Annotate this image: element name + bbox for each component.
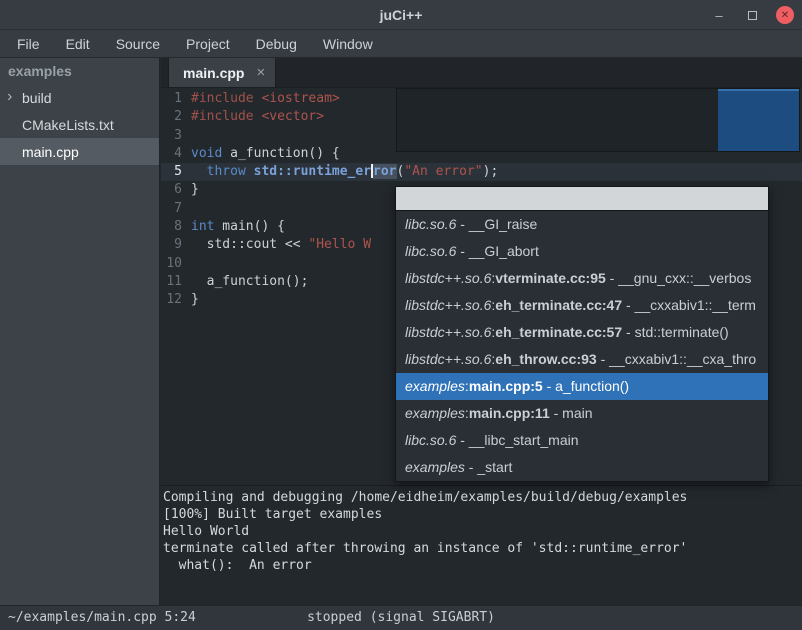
sidebar-item-cmakelists-txt[interactable]: CMakeLists.txt xyxy=(0,111,159,138)
file-name-label: CMakeLists.txt xyxy=(22,117,114,133)
maximize-icon xyxy=(748,11,757,20)
terminal-output[interactable]: Compiling and debugging /home/eidheim/ex… xyxy=(161,485,802,605)
file-tree: › build CMakeLists.txt main.cpp xyxy=(0,84,159,165)
line-number: 9 xyxy=(161,236,189,254)
module-name: examples xyxy=(405,378,465,394)
line-number: 4 xyxy=(161,145,189,163)
source-location: main.cpp:5 xyxy=(469,378,543,394)
terminal-line: Hello World xyxy=(163,523,800,540)
line-number: 5 xyxy=(161,163,189,181)
symbol-name: - __GI_raise xyxy=(456,216,537,232)
window-controls: – ✕ xyxy=(710,0,794,30)
backtrace-row[interactable]: libstdc++.so.6:eh_terminate.cc:57 - std:… xyxy=(396,319,768,346)
line-number: 10 xyxy=(161,255,189,273)
module-name: examples xyxy=(405,459,465,475)
backtrace-row[interactable]: libstdc++.so.6:eh_terminate.cc:47 - __cx… xyxy=(396,292,768,319)
tab-main-cpp[interactable]: main.cpp × xyxy=(168,58,276,87)
tooltip-selection-highlight xyxy=(718,89,799,151)
terminal-line: [100%] Built target examples xyxy=(163,506,800,523)
terminal-line: what(): An error xyxy=(163,557,800,574)
module-name: libstdc++.so.6 xyxy=(405,324,491,340)
line-number: 3 xyxy=(161,127,189,145)
window-title: juCi++ xyxy=(380,7,423,23)
symbol-name: - __gnu_cxx::__verbos xyxy=(606,270,752,286)
tab-label: main.cpp xyxy=(183,65,244,81)
backtrace-row[interactable]: examples - _start xyxy=(396,454,768,481)
backtrace-row[interactable]: libstdc++.so.6:eh_throw.cc:93 - __cxxabi… xyxy=(396,346,768,373)
tab-close-icon[interactable]: × xyxy=(256,64,265,81)
sidebar-item-build[interactable]: › build xyxy=(0,84,159,111)
title-bar: juCi++ – ✕ xyxy=(0,0,802,30)
source-location: main.cpp:11 xyxy=(469,405,550,421)
sidebar: examples › build CMakeLists.txt main.cpp xyxy=(0,58,160,605)
menu-item-edit[interactable]: Edit xyxy=(53,32,103,56)
module-name: libstdc++.so.6 xyxy=(405,297,491,313)
debug-tooltip-panel xyxy=(396,88,800,152)
source-location: vterminate.cc:95 xyxy=(495,270,606,286)
source-location: eh_throw.cc:93 xyxy=(495,351,596,367)
maximize-button[interactable] xyxy=(743,6,761,24)
backtrace-row[interactable]: libc.so.6 - __GI_abort xyxy=(396,238,768,265)
backtrace-row[interactable]: libc.so.6 - __libc_start_main xyxy=(396,427,768,454)
menu-item-debug[interactable]: Debug xyxy=(243,32,310,56)
symbol-name: - _start xyxy=(465,459,512,475)
symbol-name: - __libc_start_main xyxy=(456,432,578,448)
menu-item-file[interactable]: File xyxy=(4,32,53,56)
minimize-button[interactable]: – xyxy=(710,6,728,24)
backtrace-list: libc.so.6 - __GI_raiselibc.so.6 - __GI_a… xyxy=(396,211,768,481)
sidebar-item-main-cpp[interactable]: main.cpp xyxy=(0,138,159,165)
backtrace-row[interactable]: examples:main.cpp:5 - a_function() xyxy=(396,373,768,400)
popup-search-entry[interactable] xyxy=(396,187,768,211)
file-name-label: main.cpp xyxy=(22,144,79,160)
gutter: 123456789101112 xyxy=(161,88,189,485)
line-number: 6 xyxy=(161,181,189,199)
terminal-line: Compiling and debugging /home/eidheim/ex… xyxy=(163,489,800,506)
symbol-name: - __cxxabiv1::__term xyxy=(622,297,756,313)
source-location: eh_terminate.cc:47 xyxy=(495,297,622,313)
status-debug-state: stopped (signal SIGABRT) xyxy=(0,606,802,630)
module-name: libc.so.6 xyxy=(405,243,456,259)
file-name-label: build xyxy=(22,90,52,106)
project-name: examples xyxy=(0,58,159,84)
module-name: libstdc++.so.6 xyxy=(405,270,491,286)
menu-item-project[interactable]: Project xyxy=(173,32,243,56)
line-number: 7 xyxy=(161,200,189,218)
menu-item-source[interactable]: Source xyxy=(103,32,173,56)
symbol-name: - a_function() xyxy=(543,378,629,394)
line-number: 12 xyxy=(161,291,189,309)
backtrace-row[interactable]: examples:main.cpp:11 - main xyxy=(396,400,768,427)
menu-item-window[interactable]: Window xyxy=(310,32,386,56)
line-number: 2 xyxy=(161,108,189,126)
status-bar: ~/examples/main.cpp 5:24 stopped (signal… xyxy=(0,605,802,630)
module-name: libstdc++.so.6 xyxy=(405,351,491,367)
module-name: libc.so.6 xyxy=(405,432,456,448)
line-number: 11 xyxy=(161,273,189,291)
line-number: 8 xyxy=(161,218,189,236)
menu-bar: FileEditSourceProjectDebugWindow xyxy=(0,30,802,58)
symbol-name: - __cxxabiv1::__cxa_thro xyxy=(597,351,757,367)
source-location: eh_terminate.cc:57 xyxy=(495,324,622,340)
line-number: 1 xyxy=(161,90,189,108)
terminal-line: terminate called after throwing an insta… xyxy=(163,540,800,557)
module-name: libc.so.6 xyxy=(405,216,456,232)
symbol-name: - std::terminate() xyxy=(622,324,729,340)
backtrace-row[interactable]: libstdc++.so.6:vterminate.cc:95 - __gnu_… xyxy=(396,265,768,292)
symbol-name: - __GI_abort xyxy=(456,243,539,259)
backtrace-row[interactable]: libc.so.6 - __GI_raise xyxy=(396,211,768,238)
chevron-right-icon[interactable]: › xyxy=(7,84,12,111)
tab-bar: main.cpp × xyxy=(161,58,802,88)
symbol-name: - main xyxy=(550,405,593,421)
code-line-5[interactable]: throw std::runtime_error("An error"); xyxy=(189,163,802,181)
close-button[interactable]: ✕ xyxy=(776,6,794,24)
backtrace-popup: libc.so.6 - __GI_raiselibc.so.6 - __GI_a… xyxy=(395,186,769,482)
module-name: examples xyxy=(405,405,465,421)
